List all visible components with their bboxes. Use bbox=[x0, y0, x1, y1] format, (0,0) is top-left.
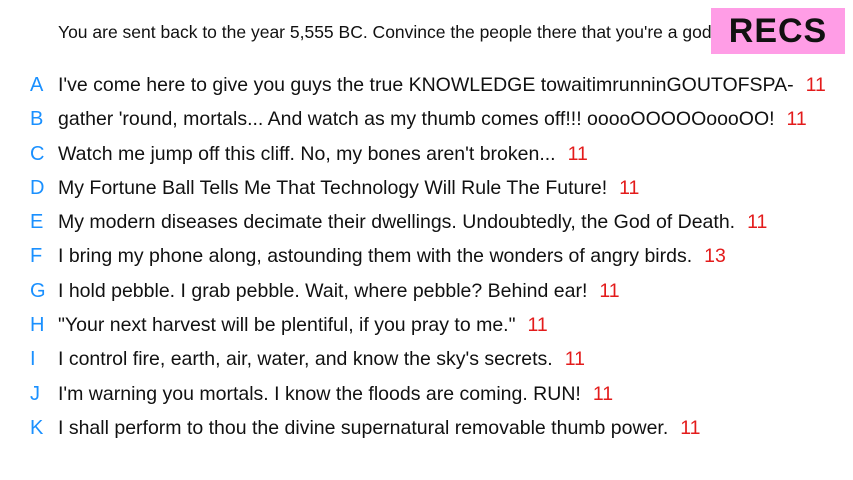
recs-badge-label: RECS bbox=[728, 11, 828, 50]
entry-line: I bring my phone along, astounding them … bbox=[58, 245, 726, 268]
entry-letter: H bbox=[30, 314, 45, 337]
entry-row: Bgather 'round, mortals... And watch as … bbox=[0, 104, 853, 138]
entry-letter: B bbox=[30, 108, 44, 131]
entry-line: I control fire, earth, air, water, and k… bbox=[58, 348, 585, 371]
entry-letter: F bbox=[30, 245, 43, 268]
entry-line: I'm warning you mortals. I know the floo… bbox=[58, 383, 613, 406]
entry-line: I shall perform to thou the divine super… bbox=[58, 417, 701, 440]
entry-row: C Watch me jump off this cliff. No, my bo… bbox=[0, 139, 853, 173]
prompt-text: You are sent back to the year 5,555 BC. … bbox=[58, 22, 717, 42]
entry-text: I control fire, earth, air, water, and k… bbox=[58, 348, 553, 371]
entry-row: E My modern diseases decimate their dwell… bbox=[0, 207, 853, 241]
entry-score: 11 bbox=[805, 74, 826, 96]
entry-row: J I'm warning you mortals. I know the flo… bbox=[0, 379, 853, 413]
entry-line: I hold pebble. I grab pebble. Wait, wher… bbox=[58, 280, 620, 303]
entry-letter: C bbox=[30, 142, 45, 165]
entry-text: I'm warning you mortals. I know the floo… bbox=[58, 382, 581, 405]
entry-text: I shall perform to thou the divine super… bbox=[58, 416, 669, 439]
entry-text: I bring my phone along, astounding them … bbox=[58, 245, 693, 268]
entry-score: 11 bbox=[567, 142, 588, 165]
entry-row: K I shall perform to thou the divine supe… bbox=[0, 413, 853, 447]
entry-letter: K bbox=[30, 416, 44, 439]
entry-row: I I control fire, earth, air, water, and … bbox=[0, 344, 853, 378]
entry-text: gather 'round, mortals... And watch as m… bbox=[58, 108, 775, 131]
entry-row: D My Fortune Ball Tells Me That Technolog… bbox=[0, 173, 853, 207]
entry-row: A I've come here to give you guys the tru… bbox=[0, 70, 853, 104]
entry-text: "Your next harvest will be plentiful, if… bbox=[58, 314, 516, 337]
entry-line: I've come here to give you guys the true… bbox=[58, 74, 826, 97]
entry-score: 11 bbox=[786, 108, 807, 131]
entry-score: 11 bbox=[747, 211, 768, 234]
entry-row: G I hold pebble. I grab pebble. Wait, whe… bbox=[0, 276, 853, 310]
entry-line: Watch me jump off this cliff. No, my bon… bbox=[58, 143, 588, 166]
recs-badge: RECS bbox=[711, 8, 845, 54]
entry-text: I hold pebble. I grab pebble. Wait, wher… bbox=[58, 279, 588, 302]
entries-list: A I've come here to give you guys the tru… bbox=[0, 70, 853, 447]
entry-score: 11 bbox=[680, 416, 701, 439]
entry-letter: I bbox=[30, 348, 36, 371]
entry-line: "Your next harvest will be plentiful, if… bbox=[58, 314, 548, 337]
entry-line: My modern diseases decimate their dwelli… bbox=[58, 211, 767, 234]
entry-text: Watch me jump off this cliff. No, my bon… bbox=[58, 142, 556, 165]
entry-letter: J bbox=[30, 382, 40, 405]
entry-letter: A bbox=[30, 74, 44, 96]
entry-line: gather 'round, mortals... And watch as m… bbox=[58, 108, 807, 131]
entry-letter: D bbox=[30, 176, 45, 199]
entry-score: 11 bbox=[592, 382, 614, 405]
entry-letter: G bbox=[30, 279, 46, 302]
entry-score: 13 bbox=[704, 245, 726, 268]
entry-text: My Fortune Ball Tells Me That Technology… bbox=[58, 176, 608, 199]
entry-text: I've come here to give you guys the true… bbox=[58, 74, 794, 96]
entry-text: My modern diseases decimate their dwelli… bbox=[58, 211, 736, 234]
entry-score: 11 bbox=[599, 279, 620, 302]
entry-line: My Fortune Ball Tells Me That Technology… bbox=[58, 177, 639, 200]
entry-row: H "Your next harvest will be plentiful, i… bbox=[0, 310, 853, 344]
entry-score: 11 bbox=[527, 314, 548, 337]
entry-letter: E bbox=[30, 211, 44, 234]
entry-row: F I bring my phone along, astounding them… bbox=[0, 241, 853, 275]
entry-score: 11 bbox=[619, 176, 640, 199]
entry-score: 11 bbox=[564, 348, 585, 371]
